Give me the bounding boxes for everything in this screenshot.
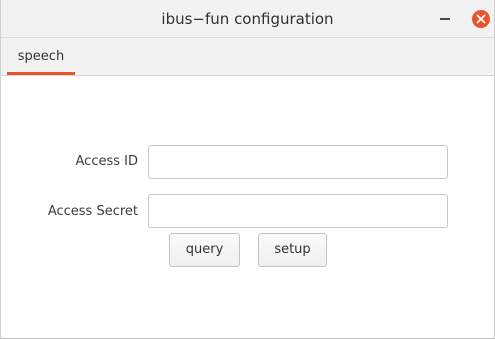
minimize-icon[interactable] <box>437 10 453 26</box>
close-icon[interactable] <box>472 10 490 28</box>
app-window: ibus−fun configuration speech Access ID … <box>0 0 495 339</box>
access-id-input[interactable] <box>148 145 448 179</box>
tab-bar: speech <box>1 38 494 76</box>
access-secret-input[interactable] <box>148 194 448 228</box>
tab-speech[interactable]: speech <box>7 38 75 75</box>
setup-button[interactable]: setup <box>258 233 327 267</box>
titlebar: ibus−fun configuration <box>1 0 494 38</box>
query-button[interactable]: query <box>169 233 240 267</box>
tab-speech-label: speech <box>17 49 65 64</box>
tab-active-indicator <box>7 72 75 75</box>
window-title: ibus−fun configuration <box>161 10 334 28</box>
access-secret-label: Access Secret <box>47 204 138 219</box>
access-id-label: Access ID <box>75 154 138 169</box>
